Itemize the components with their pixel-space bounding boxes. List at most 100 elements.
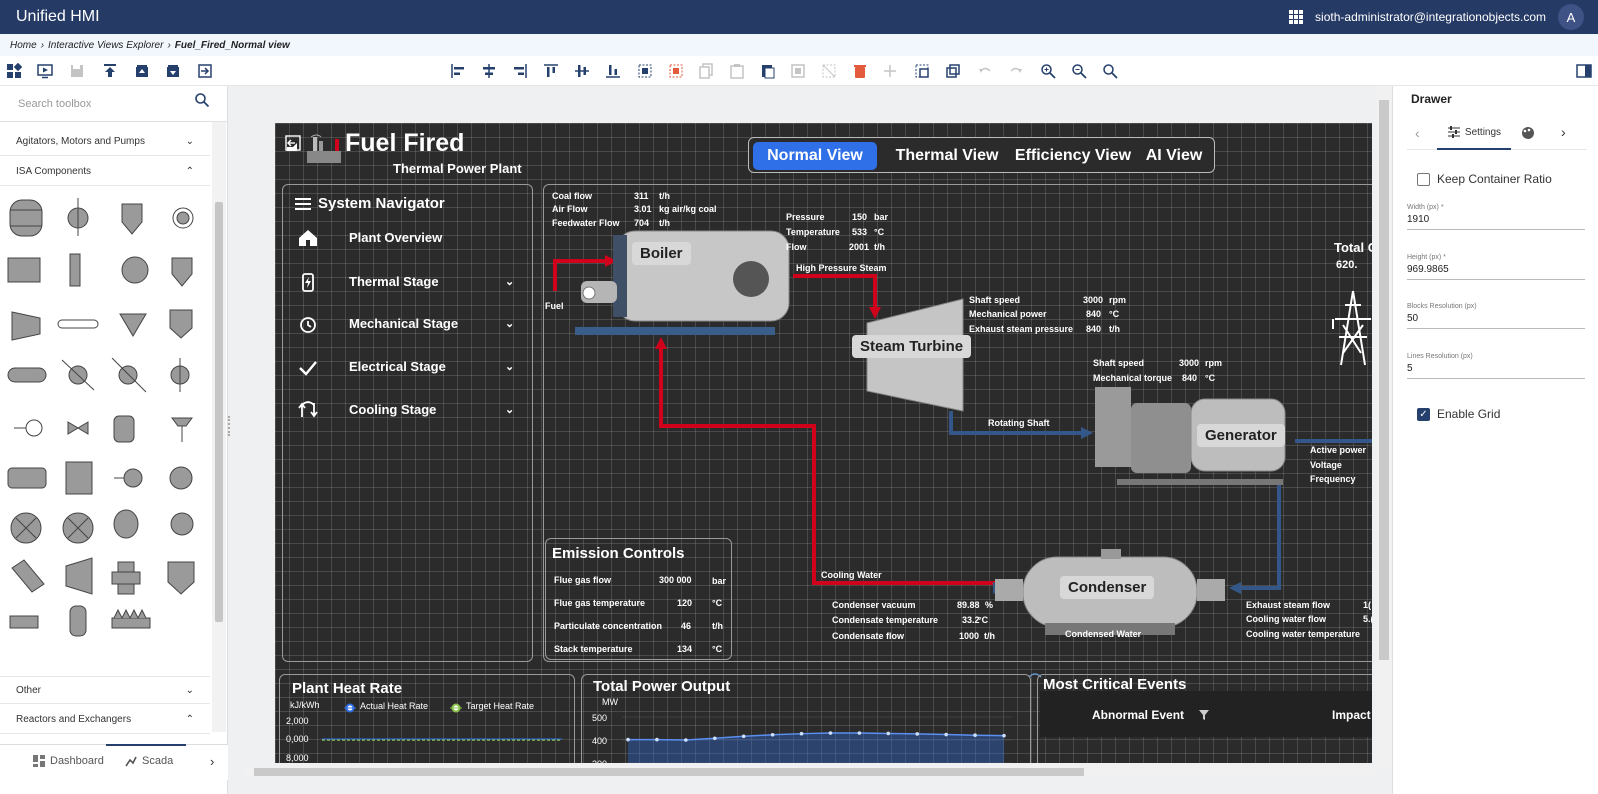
delete-icon[interactable]: [852, 63, 868, 79]
align-bottom-icon[interactable]: [605, 63, 621, 79]
isa-agitator-icon[interactable]: [62, 512, 94, 544]
power-point[interactable]: [915, 732, 920, 736]
tab-settings[interactable]: Settings: [1437, 116, 1511, 150]
send-back-icon[interactable]: [821, 63, 837, 79]
height-field[interactable]: Height (px) * 969.9865: [1407, 254, 1585, 280]
isa-nozzle-icon[interactable]: [171, 417, 193, 442]
canvas-hscroll-thumb[interactable]: [254, 768, 1084, 776]
section-isa-components[interactable]: ISA Components ⌃: [0, 158, 210, 186]
isa-heater-icon[interactable]: [7, 467, 47, 489]
group-icon[interactable]: [637, 63, 653, 79]
canvas-horizontal-scrollbar[interactable]: [244, 766, 1376, 778]
palette-icon[interactable]: [1521, 126, 1535, 140]
copy-icon[interactable]: [698, 63, 714, 79]
apps-grid-icon[interactable]: [1289, 10, 1304, 24]
blocks-resolution-field[interactable]: Blocks Resolution (px) 50: [1407, 303, 1585, 329]
isa-funnel-icon[interactable]: [119, 313, 147, 337]
avatar[interactable]: A: [1558, 4, 1584, 30]
align-center-icon[interactable]: [481, 63, 497, 79]
blocks-resolution-input[interactable]: 50: [1407, 313, 1585, 329]
isa-scrubber-icon[interactable]: [65, 557, 93, 595]
logout-icon[interactable]: [285, 135, 301, 151]
power-point[interactable]: [973, 733, 977, 738]
isa-motor-icon[interactable]: [113, 415, 135, 443]
section-agitators[interactable]: Agitators, Motors and Pumps ⌄: [0, 128, 210, 156]
isa-screen-icon[interactable]: [11, 559, 45, 593]
power-point[interactable]: [770, 732, 775, 737]
tab-dashboard[interactable]: Dashboard: [32, 754, 104, 768]
toolbox-scroll-thumb[interactable]: [215, 202, 223, 622]
search-icon[interactable]: [194, 92, 210, 108]
isa-valve-icon[interactable]: [61, 359, 95, 391]
isa-trap-icon[interactable]: [14, 419, 43, 437]
isa-check-valve-icon[interactable]: [67, 421, 89, 435]
import-icon[interactable]: [134, 63, 150, 79]
isa-condenser-icon[interactable]: [170, 512, 194, 536]
isa-pump-icon[interactable]: [121, 256, 149, 284]
toolbox-search-input[interactable]: [18, 94, 178, 114]
power-point[interactable]: [799, 731, 804, 736]
height-input[interactable]: 969.9865: [1407, 264, 1585, 280]
preview-icon[interactable]: [37, 63, 53, 79]
lines-resolution-input[interactable]: 5: [1407, 363, 1585, 379]
align-left-icon[interactable]: [450, 63, 466, 79]
condenser-label[interactable]: Condenser: [1060, 576, 1155, 599]
ungroup-icon[interactable]: [668, 63, 684, 79]
power-point[interactable]: [1002, 733, 1006, 738]
bring-front-icon[interactable]: [790, 63, 806, 79]
breadcrumb-home[interactable]: Home: [10, 40, 37, 51]
align-top-icon[interactable]: [543, 63, 559, 79]
enable-grid-row[interactable]: ✓ Enable Grid: [1417, 407, 1500, 421]
isa-column-icon[interactable]: [69, 605, 87, 637]
canvas-vertical-scrollbar[interactable]: [1376, 86, 1392, 766]
export-icon[interactable]: [165, 63, 181, 79]
select-area-icon[interactable]: [914, 63, 930, 79]
power-point[interactable]: [828, 731, 833, 735]
exit-editor-icon[interactable]: [197, 63, 213, 79]
keep-ratio-row[interactable]: Keep Container Ratio: [1417, 172, 1552, 186]
isa-heat-exchanger-icon[interactable]: [9, 615, 39, 629]
duplicate-icon[interactable]: [760, 63, 776, 79]
isa-belt-icon[interactable]: [57, 319, 99, 329]
lines-resolution-field[interactable]: Lines Resolution (px) 5: [1407, 353, 1585, 379]
power-point[interactable]: [655, 737, 659, 742]
section-other[interactable]: Other ⌄: [0, 676, 210, 704]
chevron-right-icon[interactable]: ›: [1561, 124, 1566, 140]
zoom-reset-icon[interactable]: [1102, 63, 1118, 79]
toolbox-toggle-icon[interactable]: [6, 63, 22, 79]
align-middle-icon[interactable]: [574, 63, 590, 79]
isa-vessel-icon[interactable]: [9, 199, 43, 237]
isa-mixer-icon[interactable]: [65, 461, 93, 495]
upload-icon[interactable]: [102, 63, 118, 79]
align-right-icon[interactable]: [512, 63, 528, 79]
width-input[interactable]: 1910: [1407, 214, 1585, 230]
isa-cyclone-icon[interactable]: [121, 203, 143, 235]
isa-reactor-icon[interactable]: [169, 466, 193, 490]
paste-icon[interactable]: [729, 63, 745, 79]
width-field[interactable]: Width (px) * 1910: [1407, 204, 1585, 230]
isa-fan-icon[interactable]: [172, 207, 194, 229]
breadcrumb-explorer[interactable]: Interactive Views Explorer: [48, 40, 163, 51]
power-point[interactable]: [857, 731, 862, 735]
isa-drum-icon[interactable]: [7, 367, 47, 383]
keep-ratio-checkbox[interactable]: [1417, 172, 1430, 186]
events-col-abnormal[interactable]: Abnormal Event: [1092, 708, 1184, 722]
power-point[interactable]: [712, 736, 717, 741]
isa-meter-icon[interactable]: [170, 358, 190, 392]
isa-hopper-icon[interactable]: [171, 257, 193, 287]
isa-compressor-icon[interactable]: [11, 311, 41, 341]
hmi-canvas[interactable]: Fuel Fired Thermal Power Plant Normal Vi…: [275, 123, 1372, 763]
save-icon[interactable]: [69, 63, 85, 79]
user-email[interactable]: sioth-administrator@integrationobjects.c…: [1315, 10, 1546, 24]
chevron-left-icon[interactable]: ‹: [1415, 125, 1420, 141]
isa-sensor-icon[interactable]: [114, 468, 143, 488]
isa-tank-icon[interactable]: [7, 257, 41, 283]
power-point[interactable]: [684, 738, 688, 742]
add-icon[interactable]: [882, 63, 898, 79]
isa-settler-icon[interactable]: [167, 561, 195, 595]
power-point[interactable]: [944, 732, 948, 737]
isa-globe-icon[interactable]: [113, 509, 139, 539]
section-reactors[interactable]: Reactors and Exchangers ⌃: [0, 706, 210, 734]
enable-grid-checkbox[interactable]: ✓: [1417, 407, 1430, 421]
generator-label[interactable]: Generator: [1197, 424, 1285, 447]
